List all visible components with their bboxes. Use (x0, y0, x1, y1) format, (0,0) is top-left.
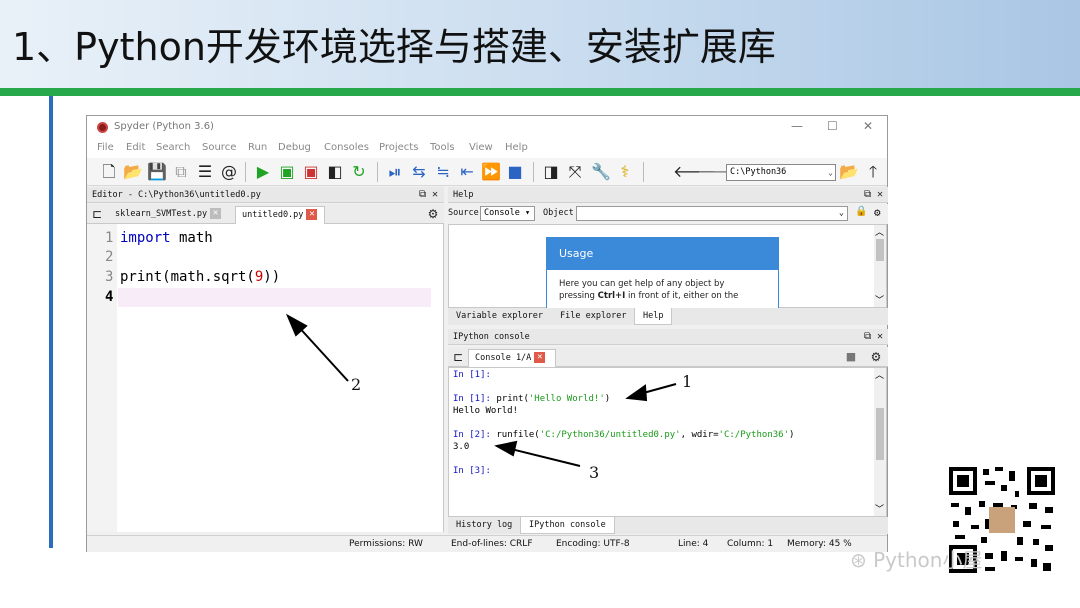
annotation-arrows (285, 313, 677, 467)
arrow-3-shaft (506, 447, 581, 467)
watermark: ⊛ Python小屋 (850, 548, 983, 572)
annotation-label-2: 2 (351, 375, 362, 394)
qr-avatar (989, 507, 1015, 533)
arrow-2-shaft (295, 323, 349, 382)
annotation-label-1: 1 (682, 372, 693, 391)
watermark-text: Python小屋 (873, 548, 983, 572)
arrow-3-head (494, 440, 518, 457)
arrow-1-head (625, 384, 648, 402)
annotation-label-3: 3 (589, 463, 600, 482)
